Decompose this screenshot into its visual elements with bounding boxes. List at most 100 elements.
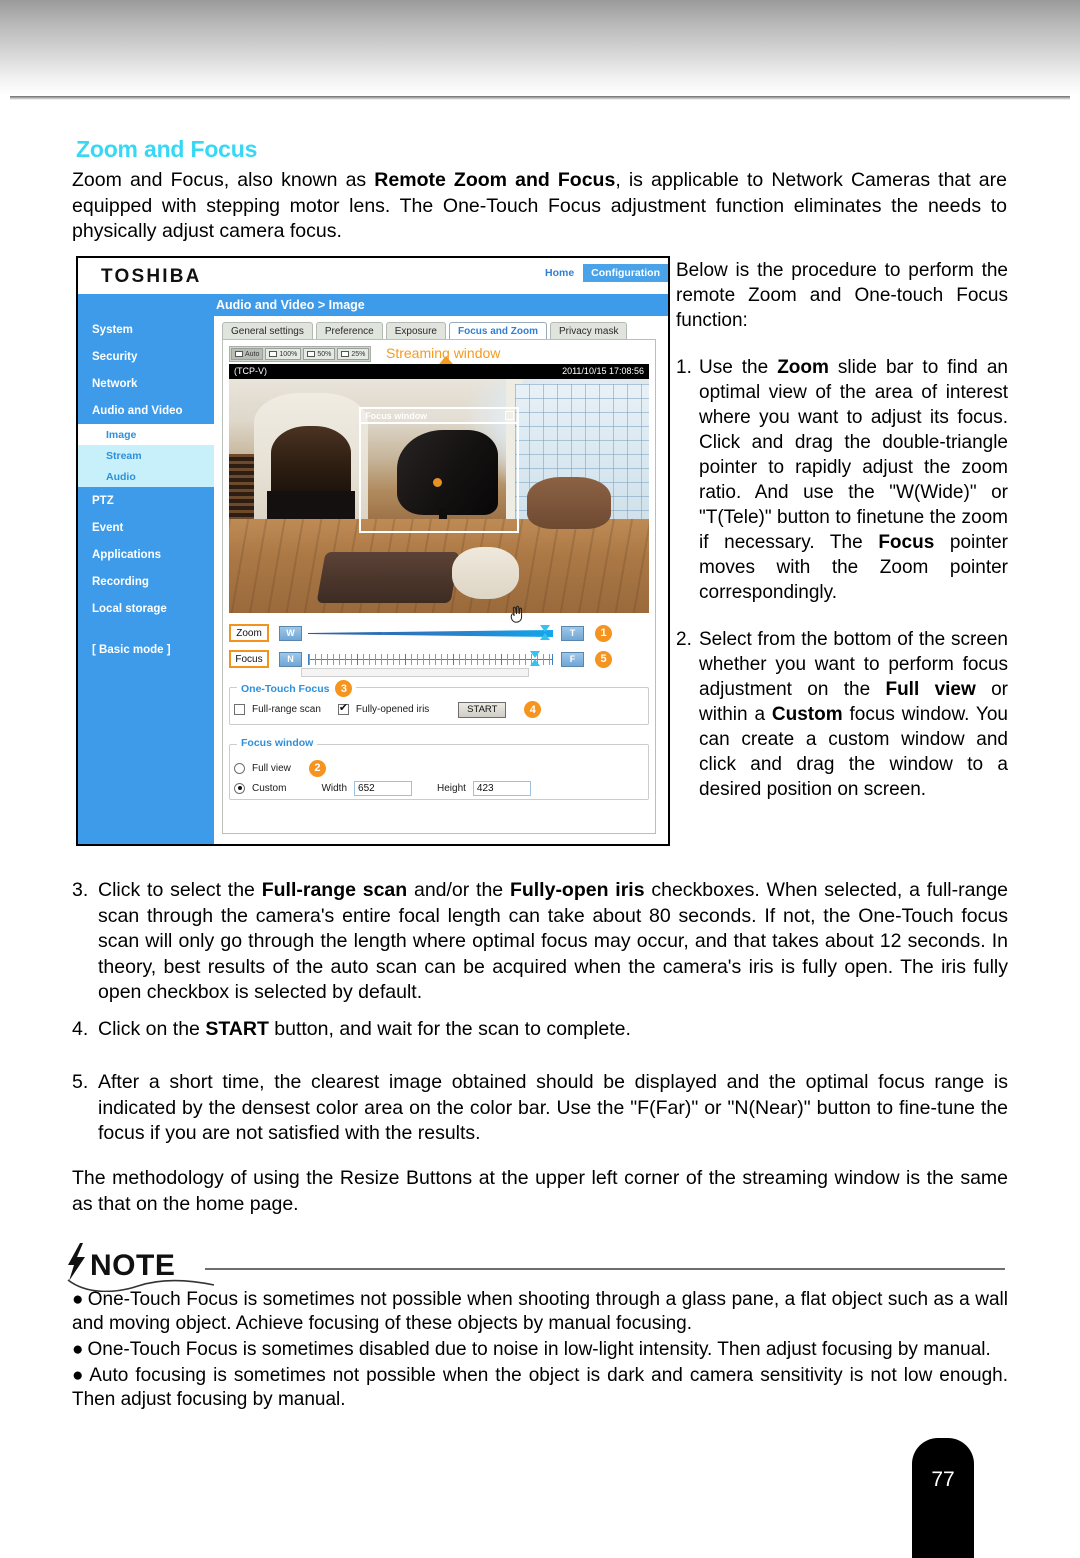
custom-radio[interactable] [234, 782, 245, 794]
focus-slider-thumb[interactable] [530, 651, 541, 666]
page-content: Zoom and Focus Zoom and Focus, also know… [0, 0, 1080, 1558]
toshiba-logo: TOSHIBA [101, 266, 202, 287]
intro-text-bold: Remote Zoom and Focus [374, 169, 616, 191]
resize-button-auto[interactable]: Auto [231, 348, 264, 360]
one-touch-focus-body: Full-range scan Fully-opened iris START … [230, 701, 648, 718]
zoom-gradient-bar [308, 630, 553, 637]
focus-window-center-marker [432, 477, 442, 487]
page-number: 77 [931, 1468, 955, 1491]
focus-ruler-minor-ticks [309, 654, 552, 665]
intro-text-pre: Zoom and Focus, also known as [72, 169, 375, 191]
zoom-wide-button[interactable]: W [279, 625, 302, 641]
fully-opened-iris-label: Fully-opened iris [355, 704, 430, 715]
zoom-slider-track[interactable] [308, 625, 553, 640]
focus-ruler [308, 654, 553, 665]
resize-button-50[interactable]: 50% [303, 348, 336, 360]
sidebar-item-system[interactable]: System [78, 316, 214, 343]
focus-label-tag: Focus [229, 650, 269, 668]
resize-button-auto-label: Auto [245, 350, 260, 358]
tab-privacy-mask[interactable]: Privacy mask [550, 322, 628, 340]
sidebar-item-recording[interactable]: Recording [78, 568, 214, 595]
focus-far-button[interactable]: F [561, 651, 584, 667]
intro-paragraph: Zoom and Focus, also known as Remote Zoo… [72, 168, 1007, 245]
procedure-step-2: 2. Select from the bottom of the screen … [676, 627, 1008, 802]
note-bullet-icon: ● [72, 1365, 86, 1386]
resize-button-100-label: 100% [279, 350, 298, 358]
focus-window-resize-handle[interactable] [504, 411, 514, 421]
tab-focus-and-zoom[interactable]: Focus and Zoom [449, 322, 547, 340]
callout-badge-3: 3 [335, 680, 353, 697]
focus-window-overlay[interactable]: Focus window [359, 407, 519, 534]
sidebar-item-basic-mode[interactable]: [ Basic mode ] [78, 636, 214, 663]
scene-sofa [527, 477, 612, 529]
body-step-3-number: 3. [72, 879, 89, 901]
closing-paragraph: The methodology of using the Resize Butt… [72, 1167, 1008, 1215]
procedure-lead: Below is the procedure to perform the re… [676, 260, 1008, 331]
tab-preference[interactable]: Preference [315, 322, 383, 340]
zoom-tele-button[interactable]: T [561, 625, 584, 641]
body-step-3: 3. Click to select the Full-range scan a… [72, 878, 1008, 1006]
note-item-1: ● One-Touch Focus is sometimes not possib… [72, 1288, 1008, 1336]
page-title: Zoom and Focus [76, 136, 258, 162]
height-input[interactable]: 423 [472, 780, 531, 796]
body-step-3-text: Click to select the Full-range scan and/… [98, 879, 1009, 1003]
note-item-1-text: One-Touch Focus is sometimes not possibl… [72, 1289, 1008, 1334]
resize-icon [307, 351, 316, 357]
screenshot-main-area: General settings Preference Exposure Foc… [214, 316, 664, 840]
resize-button-bar: Auto 100% 50% 25% [229, 346, 372, 362]
sidebar-item-ptz[interactable]: PTZ [78, 487, 214, 514]
width-input[interactable]: 652 [354, 780, 413, 796]
resize-icon [341, 351, 350, 357]
screenshot-sidebar: System Security Network Audio and Video … [78, 316, 214, 844]
zoom-slider-row: Zoom W T 1 [229, 622, 612, 644]
screenshot-top-nav: Home Configuration [536, 264, 668, 282]
focus-near-button[interactable]: N [279, 651, 302, 667]
sidebar-item-network[interactable]: Network [78, 370, 214, 397]
body-step-4-number: 4. [72, 1018, 89, 1040]
sidebar-item-audio-and-video[interactable]: Audio and Video [78, 397, 214, 424]
sidebar-item-security[interactable]: Security [78, 343, 214, 370]
procedure-step-1-number: 1. [676, 357, 692, 378]
full-range-scan-checkbox[interactable] [234, 704, 245, 715]
full-range-scan-label: Full-range scan [252, 704, 321, 715]
resize-button-50-label: 50% [317, 350, 332, 358]
streaming-window[interactable]: (TCP-V) 2011/10/15 17:08:56 Focus window [229, 364, 649, 613]
focus-slider-track[interactable] [308, 651, 553, 666]
sidebar-item-applications[interactable]: Applications [78, 541, 214, 568]
height-label: Height [437, 782, 466, 794]
nav-configuration-link[interactable]: Configuration [583, 264, 668, 282]
screenshot-breadcrumb-bar: Audio and Video > Image [78, 294, 668, 316]
one-touch-focus-legend-text: One-Touch Focus [241, 682, 330, 695]
zoom-slider-thumb[interactable] [540, 625, 551, 640]
start-button[interactable]: START [458, 701, 507, 718]
sidebar-subitem-stream[interactable]: Stream [78, 445, 214, 466]
focus-window-overlay-label: Focus window [361, 409, 517, 425]
zoom-label-tag: Zoom [229, 624, 269, 642]
callout-badge-2: 2 [308, 759, 326, 777]
resize-icon [235, 351, 243, 357]
resize-button-25[interactable]: 25% [337, 348, 370, 360]
tab-exposure[interactable]: Exposure [385, 322, 446, 340]
video-timestamp: 2011/10/15 17:08:56 [562, 366, 644, 376]
scene-rug [316, 552, 461, 604]
fully-opened-iris-checkbox[interactable] [337, 702, 349, 715]
note-item-3-text: Auto focusing is sometimes not possible … [72, 1365, 1008, 1410]
focus-and-zoom-panel: Streaming window Auto 100% 50% 25% (TCP-… [222, 339, 656, 834]
focus-window-legend-text: Focus window [241, 737, 314, 749]
sidebar-item-local-storage[interactable]: Local storage [78, 595, 214, 622]
full-view-radio[interactable] [234, 762, 245, 774]
note-bullet-icon: ● [72, 1339, 84, 1360]
resize-button-25-label: 25% [351, 350, 366, 358]
sidebar-item-event[interactable]: Event [78, 514, 214, 541]
body-step-5: 5. After a short time, the clearest imag… [72, 1070, 1008, 1147]
focus-progress-bar [301, 668, 529, 677]
tab-general-settings[interactable]: General settings [222, 322, 313, 340]
video-protocol-label: (TCP-V) [234, 366, 267, 376]
sidebar-subitem-image[interactable]: Image [78, 424, 214, 445]
note-item-2: ● One-Touch Focus is sometimes disabled d… [72, 1338, 1008, 1362]
nav-home-link[interactable]: Home [536, 264, 583, 282]
focus-ruler-major-tick [501, 654, 502, 665]
sidebar-subitem-audio[interactable]: Audio [78, 466, 214, 487]
resize-button-100[interactable]: 100% [265, 348, 302, 360]
